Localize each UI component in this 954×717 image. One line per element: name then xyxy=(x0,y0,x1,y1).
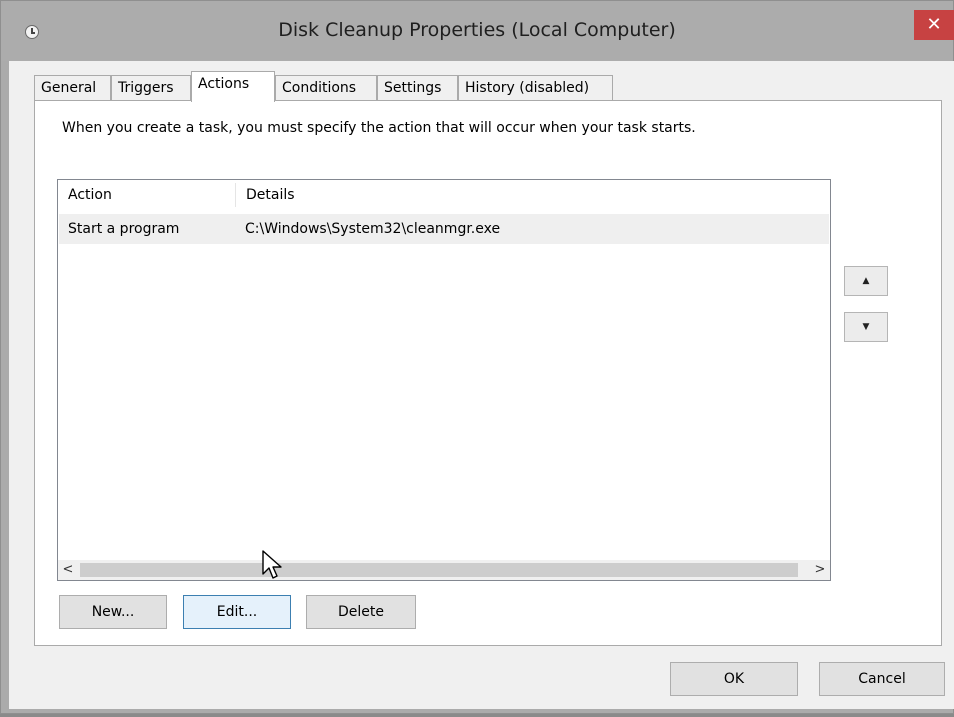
tab-actions[interactable]: Actions xyxy=(191,71,275,102)
table-row[interactable]: Start a program C:\Windows\System32\clea… xyxy=(59,214,829,244)
actions-list[interactable]: Action Details Start a program C:\Window… xyxy=(57,179,831,581)
edit-button[interactable]: Edit... xyxy=(183,595,291,629)
tab-triggers[interactable]: Triggers xyxy=(111,75,191,101)
actions-tab-panel: When you create a task, you must specify… xyxy=(34,100,942,646)
tab-conditions[interactable]: Conditions xyxy=(275,75,377,101)
dialog-client-area: General Triggers Actions Conditions Sett… xyxy=(9,61,954,709)
window-title: Disk Cleanup Properties (Local Computer) xyxy=(278,19,676,41)
column-header-action[interactable]: Action xyxy=(58,180,235,210)
list-header: Action Details xyxy=(58,180,830,210)
cancel-button[interactable]: Cancel xyxy=(819,662,945,696)
close-icon: ✕ xyxy=(926,14,942,35)
title-bar[interactable]: Disk Cleanup Properties (Local Computer)… xyxy=(1,1,954,61)
scroll-right-button[interactable]: > xyxy=(810,560,830,580)
row-details-cell: C:\Windows\System32\cleanmgr.exe xyxy=(245,221,501,237)
scroll-left-button[interactable]: < xyxy=(58,560,78,580)
ok-button[interactable]: OK xyxy=(670,662,798,696)
new-button[interactable]: New... xyxy=(59,595,167,629)
move-up-button[interactable]: ▲ xyxy=(844,266,888,296)
tab-general[interactable]: General xyxy=(34,75,111,101)
tab-settings[interactable]: Settings xyxy=(377,75,458,101)
scroll-thumb[interactable] xyxy=(80,563,798,577)
delete-button[interactable]: Delete xyxy=(306,595,416,629)
arrow-down-icon: ▼ xyxy=(862,322,870,332)
tab-history[interactable]: History (disabled) xyxy=(458,75,613,101)
arrow-up-icon: ▲ xyxy=(862,276,870,286)
instruction-text: When you create a task, you must specify… xyxy=(62,120,696,136)
dialog-window: Disk Cleanup Properties (Local Computer)… xyxy=(0,0,954,714)
horizontal-scrollbar[interactable]: < > xyxy=(58,560,830,580)
row-action-cell: Start a program xyxy=(68,221,180,237)
column-header-details[interactable]: Details xyxy=(236,180,826,210)
move-down-button[interactable]: ▼ xyxy=(844,312,888,342)
close-button[interactable]: ✕ xyxy=(914,10,954,40)
